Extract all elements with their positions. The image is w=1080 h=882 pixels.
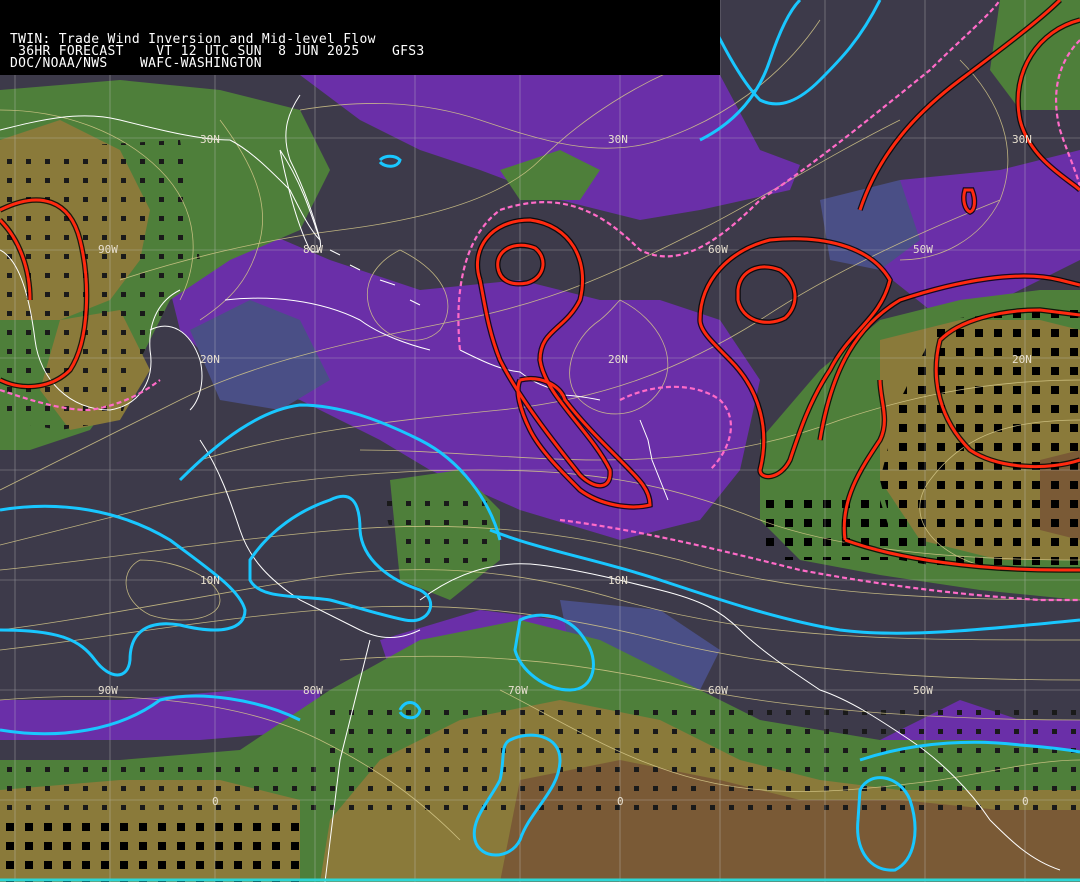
- lon-label-50w-south: 50W: [913, 684, 933, 697]
- lat-label-30n: 30N: [608, 133, 628, 146]
- lon-label-80w: 80W: [303, 243, 323, 256]
- lat-label-10n: 10N: [608, 574, 628, 587]
- lat-label-20n-east: 20N: [1012, 353, 1032, 366]
- lon-label-50w: 50W: [913, 243, 933, 256]
- lon-label-60w-south: 60W: [708, 684, 728, 697]
- lon-label-70w-south: 70W: [508, 684, 528, 697]
- lat-label-0-east: 0: [1022, 795, 1029, 808]
- lat-label-30n-east: 30N: [1012, 133, 1032, 146]
- map-header: TWIN: Trade Wind Inversion and Mid-level…: [0, 0, 720, 75]
- lat-label-30n-west: 30N: [200, 133, 220, 146]
- lat-label-10n-west: 10N: [200, 574, 220, 587]
- lat-label-20n: 20N: [608, 353, 628, 366]
- lat-label-0-west: 0: [212, 795, 219, 808]
- lon-label-60w: 60W: [708, 243, 728, 256]
- header-agency: DOC/NOAA/NWS WAFC-WASHINGTON: [10, 56, 262, 71]
- lon-label-80w-south: 80W: [303, 684, 323, 697]
- lat-label-0: 0: [617, 795, 624, 808]
- lon-label-90w-south: 90W: [98, 684, 118, 697]
- twin-forecast-map: 30N 30N 30N 20N 20N 20N 10N 10N 0 0 0 90…: [0, 0, 1080, 882]
- lon-label-90w: 90W: [98, 243, 118, 256]
- lat-label-20n-west: 20N: [200, 353, 220, 366]
